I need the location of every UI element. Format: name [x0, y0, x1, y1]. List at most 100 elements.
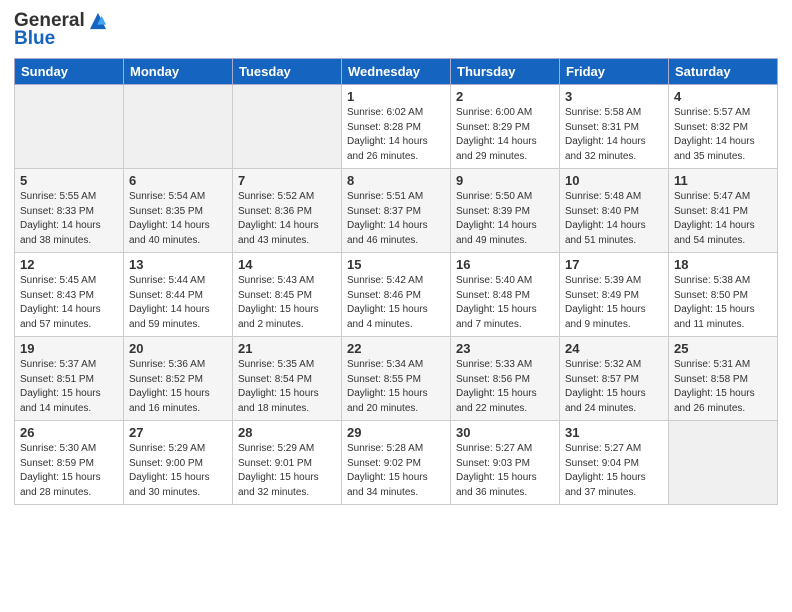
- day-info: Sunrise: 5:30 AM Sunset: 8:59 PM Dayligh…: [20, 442, 118, 500]
- calendar-week-2: 12 Sunrise: 5:45 AM Sunset: 8:43 PM Dayli…: [15, 253, 778, 337]
- day-info: Sunrise: 5:33 AM Sunset: 8:56 PM Dayligh…: [456, 358, 554, 416]
- day-info: Sunrise: 6:00 AM Sunset: 8:29 PM Dayligh…: [456, 106, 554, 164]
- day-info: Sunrise: 5:36 AM Sunset: 8:52 PM Dayligh…: [129, 358, 227, 416]
- day-number: 24: [565, 341, 663, 356]
- day-number: 27: [129, 425, 227, 440]
- calendar-cell: 3 Sunrise: 5:58 AM Sunset: 8:31 PM Daylig…: [560, 85, 669, 169]
- calendar-cell: 16Sunrise: 5:40 AM Sunset: 8:48 PM Dayli…: [451, 253, 560, 337]
- calendar-cell: 7Sunrise: 5:52 AM Sunset: 8:36 PM Daylig…: [233, 169, 342, 253]
- day-number: 15: [347, 257, 445, 272]
- calendar-cell: [233, 85, 342, 169]
- day-info: Sunrise: 5:37 AM Sunset: 8:51 PM Dayligh…: [20, 358, 118, 416]
- day-info: Sunrise: 5:38 AM Sunset: 8:50 PM Dayligh…: [674, 274, 772, 332]
- day-number: 1: [347, 89, 445, 104]
- calendar-cell: [124, 85, 233, 169]
- day-number: 16: [456, 257, 554, 272]
- day-number: 8: [347, 173, 445, 188]
- calendar-cell: 6Sunrise: 5:54 AM Sunset: 8:35 PM Daylig…: [124, 169, 233, 253]
- day-info: Sunrise: 5:31 AM Sunset: 8:58 PM Dayligh…: [674, 358, 772, 416]
- calendar-cell: 23 Sunrise: 5:33 AM Sunset: 8:56 PM Dayli…: [451, 337, 560, 421]
- day-number: 21: [238, 341, 336, 356]
- day-number: 17: [565, 257, 663, 272]
- day-number: 20: [129, 341, 227, 356]
- day-info: Sunrise: 5:27 AM Sunset: 9:04 PM Dayligh…: [565, 442, 663, 500]
- col-header-saturday: Saturday: [669, 59, 778, 85]
- calendar-cell: 22Sunrise: 5:34 AM Sunset: 8:55 PM Dayli…: [342, 337, 451, 421]
- calendar-cell: 5Sunrise: 5:55 AM Sunset: 8:33 PM Daylig…: [15, 169, 124, 253]
- calendar-cell: 20 Sunrise: 5:36 AM Sunset: 8:52 PM Dayli…: [124, 337, 233, 421]
- day-number: 26: [20, 425, 118, 440]
- calendar-cell: 8 Sunrise: 5:51 AM Sunset: 8:37 PM Daylig…: [342, 169, 451, 253]
- day-number: 11: [674, 173, 772, 188]
- col-header-friday: Friday: [560, 59, 669, 85]
- calendar-week-3: 19 Sunrise: 5:37 AM Sunset: 8:51 PM Dayli…: [15, 337, 778, 421]
- day-info: Sunrise: 5:27 AM Sunset: 9:03 PM Dayligh…: [456, 442, 554, 500]
- calendar-cell: 17 Sunrise: 5:39 AM Sunset: 8:49 PM Dayli…: [560, 253, 669, 337]
- day-info: Sunrise: 5:44 AM Sunset: 8:44 PM Dayligh…: [129, 274, 227, 332]
- calendar-cell: 30 Sunrise: 5:27 AM Sunset: 9:03 PM Dayli…: [451, 421, 560, 505]
- calendar-cell: 27Sunrise: 5:29 AM Sunset: 9:00 PM Dayli…: [124, 421, 233, 505]
- day-info: Sunrise: 5:35 AM Sunset: 8:54 PM Dayligh…: [238, 358, 336, 416]
- day-info: Sunrise: 5:50 AM Sunset: 8:39 PM Dayligh…: [456, 190, 554, 248]
- day-info: Sunrise: 5:51 AM Sunset: 8:37 PM Dayligh…: [347, 190, 445, 248]
- day-number: 18: [674, 257, 772, 272]
- col-header-monday: Monday: [124, 59, 233, 85]
- day-info: Sunrise: 5:45 AM Sunset: 8:43 PM Dayligh…: [20, 274, 118, 332]
- calendar-week-1: 5Sunrise: 5:55 AM Sunset: 8:33 PM Daylig…: [15, 169, 778, 253]
- day-number: 9: [456, 173, 554, 188]
- calendar-cell: 13 Sunrise: 5:44 AM Sunset: 8:44 PM Dayli…: [124, 253, 233, 337]
- day-number: 12: [20, 257, 118, 272]
- day-info: Sunrise: 5:29 AM Sunset: 9:01 PM Dayligh…: [238, 442, 336, 500]
- day-info: Sunrise: 5:57 AM Sunset: 8:32 PM Dayligh…: [674, 106, 772, 164]
- day-number: 30: [456, 425, 554, 440]
- calendar-cell: 24Sunrise: 5:32 AM Sunset: 8:57 PM Dayli…: [560, 337, 669, 421]
- day-number: 3: [565, 89, 663, 104]
- calendar-cell: 31 Sunrise: 5:27 AM Sunset: 9:04 PM Dayli…: [560, 421, 669, 505]
- day-number: 25: [674, 341, 772, 356]
- day-info: Sunrise: 5:39 AM Sunset: 8:49 PM Dayligh…: [565, 274, 663, 332]
- calendar-cell: [669, 421, 778, 505]
- calendar: SundayMondayTuesdayWednesdayThursdayFrid…: [14, 58, 778, 505]
- calendar-cell: 2 Sunrise: 6:00 AM Sunset: 8:29 PM Daylig…: [451, 85, 560, 169]
- header: General Blue: [14, 10, 778, 50]
- page: General Blue SundayMondayTuesdayWednesda…: [0, 0, 792, 612]
- calendar-cell: 19 Sunrise: 5:37 AM Sunset: 8:51 PM Dayli…: [15, 337, 124, 421]
- calendar-week-4: 26 Sunrise: 5:30 AM Sunset: 8:59 PM Dayli…: [15, 421, 778, 505]
- calendar-cell: 25 Sunrise: 5:31 AM Sunset: 8:58 PM Dayli…: [669, 337, 778, 421]
- calendar-cell: 26 Sunrise: 5:30 AM Sunset: 8:59 PM Dayli…: [15, 421, 124, 505]
- day-number: 19: [20, 341, 118, 356]
- day-number: 14: [238, 257, 336, 272]
- calendar-cell: 14 Sunrise: 5:43 AM Sunset: 8:45 PM Dayli…: [233, 253, 342, 337]
- day-info: Sunrise: 5:58 AM Sunset: 8:31 PM Dayligh…: [565, 106, 663, 164]
- calendar-cell: [15, 85, 124, 169]
- calendar-cell: 18 Sunrise: 5:38 AM Sunset: 8:50 PM Dayli…: [669, 253, 778, 337]
- day-number: 10: [565, 173, 663, 188]
- day-number: 28: [238, 425, 336, 440]
- calendar-cell: 11 Sunrise: 5:47 AM Sunset: 8:41 PM Dayli…: [669, 169, 778, 253]
- day-info: Sunrise: 5:42 AM Sunset: 8:46 PM Dayligh…: [347, 274, 445, 332]
- day-number: 23: [456, 341, 554, 356]
- day-info: Sunrise: 5:52 AM Sunset: 8:36 PM Dayligh…: [238, 190, 336, 248]
- day-info: Sunrise: 5:43 AM Sunset: 8:45 PM Dayligh…: [238, 274, 336, 332]
- day-info: Sunrise: 5:54 AM Sunset: 8:35 PM Dayligh…: [129, 190, 227, 248]
- calendar-cell: 28 Sunrise: 5:29 AM Sunset: 9:01 PM Dayli…: [233, 421, 342, 505]
- day-info: Sunrise: 5:48 AM Sunset: 8:40 PM Dayligh…: [565, 190, 663, 248]
- calendar-cell: 9 Sunrise: 5:50 AM Sunset: 8:39 PM Daylig…: [451, 169, 560, 253]
- day-info: Sunrise: 5:47 AM Sunset: 8:41 PM Dayligh…: [674, 190, 772, 248]
- day-info: Sunrise: 5:28 AM Sunset: 9:02 PM Dayligh…: [347, 442, 445, 500]
- calendar-cell: 29 Sunrise: 5:28 AM Sunset: 9:02 PM Dayli…: [342, 421, 451, 505]
- day-number: 22: [347, 341, 445, 356]
- calendar-cell: 4 Sunrise: 5:57 AM Sunset: 8:32 PM Daylig…: [669, 85, 778, 169]
- calendar-cell: 1Sunrise: 6:02 AM Sunset: 8:28 PM Daylig…: [342, 85, 451, 169]
- day-number: 31: [565, 425, 663, 440]
- col-header-wednesday: Wednesday: [342, 59, 451, 85]
- calendar-cell: 10 Sunrise: 5:48 AM Sunset: 8:40 PM Dayli…: [560, 169, 669, 253]
- col-header-sunday: Sunday: [15, 59, 124, 85]
- calendar-week-0: 1Sunrise: 6:02 AM Sunset: 8:28 PM Daylig…: [15, 85, 778, 169]
- day-number: 29: [347, 425, 445, 440]
- day-number: 2: [456, 89, 554, 104]
- day-number: 4: [674, 89, 772, 104]
- logo: General Blue: [14, 10, 109, 50]
- col-header-thursday: Thursday: [451, 59, 560, 85]
- day-number: 13: [129, 257, 227, 272]
